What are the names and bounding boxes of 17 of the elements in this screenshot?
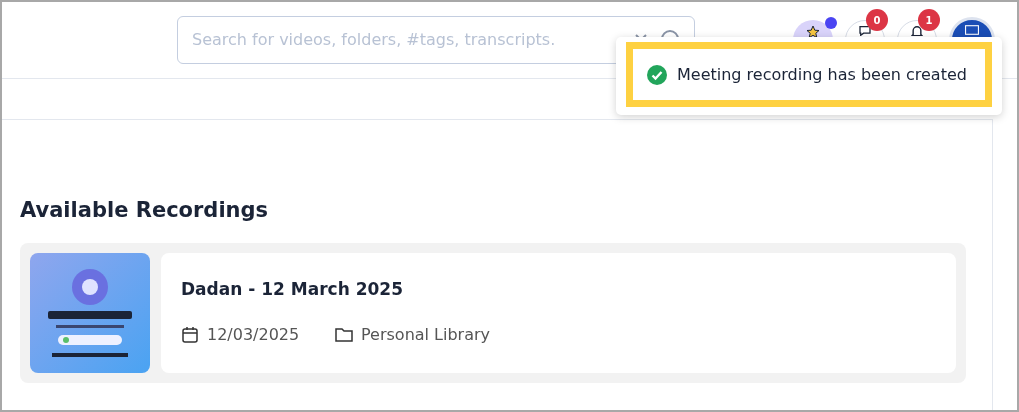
count-badge: 0 [866, 9, 888, 31]
recording-title[interactable]: Dadan - 12 March 2025 [181, 277, 936, 303]
avatar-icon [964, 25, 980, 35]
calendar-icon [181, 325, 199, 344]
search-field[interactable]: Search for videos, folders, #tags, transcripts. [177, 16, 695, 64]
bell-icon [911, 26, 923, 36]
folder-name: Personal Library [361, 323, 491, 346]
count-badge: 1 [918, 9, 940, 31]
star-icon [806, 25, 820, 39]
status-dot [825, 17, 837, 29]
chat-icon [859, 26, 871, 36]
check-circle-icon [647, 64, 667, 85]
recording-date: 12/03/2025 [207, 323, 301, 346]
toast-message: Meeting recording has been created [677, 63, 967, 86]
section-title: Available Recordings [20, 198, 270, 224]
folder-icon [335, 326, 353, 343]
recording-card[interactable]: Dadan - 12 March 2025 12/03/2025 Personal Library [161, 253, 956, 374]
